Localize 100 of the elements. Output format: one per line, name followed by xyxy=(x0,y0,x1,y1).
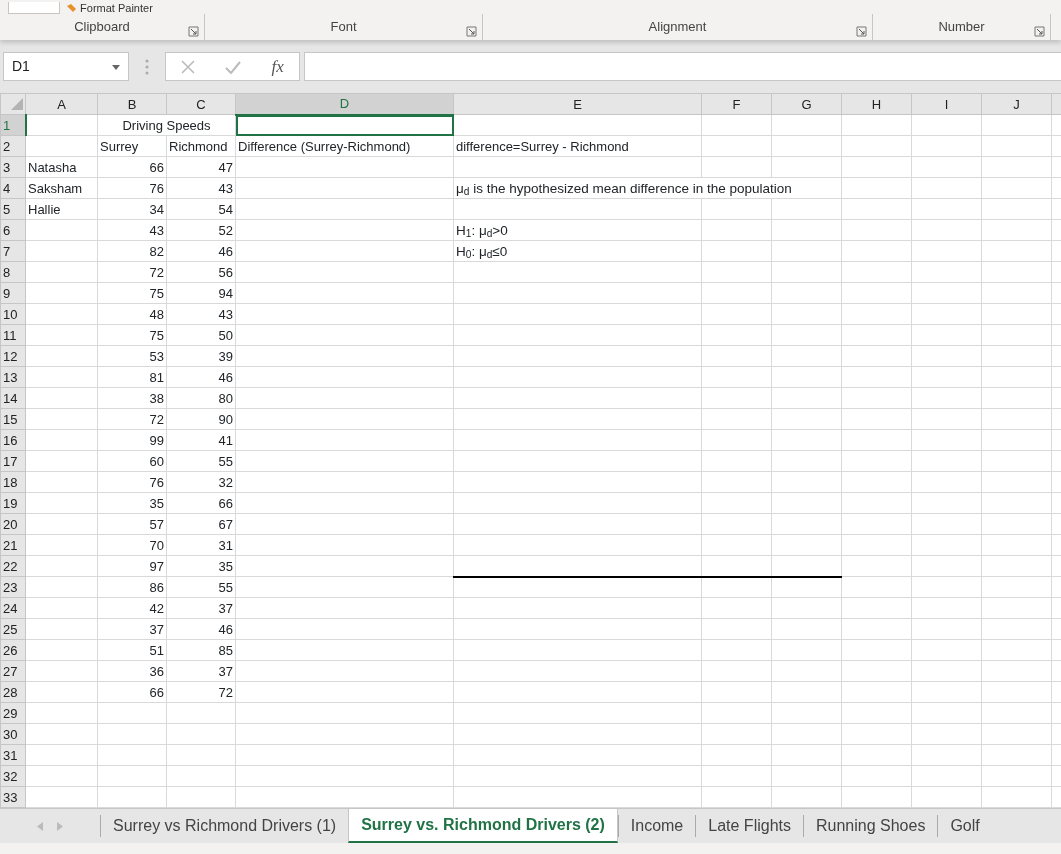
table-cell: 38 xyxy=(97,387,167,409)
table-cell: 94 xyxy=(166,282,236,304)
select-all-corner[interactable] xyxy=(0,93,26,115)
row-header[interactable]: 14 xyxy=(0,387,26,409)
table-cell: 75 xyxy=(97,282,167,304)
table-cell: 43 xyxy=(97,219,167,241)
row-header[interactable]: 8 xyxy=(0,261,26,283)
table-cell: 70 xyxy=(97,534,167,556)
column-header[interactable]: I xyxy=(911,93,982,115)
column-header[interactable]: J xyxy=(981,93,1052,115)
table-cell: 37 xyxy=(166,660,236,682)
column-header[interactable]: B xyxy=(97,93,167,115)
insert-function-button[interactable]: fx xyxy=(271,53,284,80)
row-header[interactable]: 33 xyxy=(0,786,26,808)
table-cell: 72 xyxy=(166,681,236,703)
column-header[interactable]: G xyxy=(771,93,842,115)
table-cell: 48 xyxy=(97,303,167,325)
selected-cell[interactable] xyxy=(235,114,454,136)
row-header[interactable]: 22 xyxy=(0,555,26,577)
group-label: Number xyxy=(938,18,985,37)
row-header[interactable]: 24 xyxy=(0,597,26,619)
table-cell: 34 xyxy=(97,198,167,220)
row-header[interactable]: 16 xyxy=(0,429,26,451)
table-cell: 66 xyxy=(166,492,236,514)
table-cell: 43 xyxy=(166,303,236,325)
row-header[interactable]: 28 xyxy=(0,681,26,703)
row-header[interactable]: 11 xyxy=(0,324,26,346)
row-header[interactable]: 31 xyxy=(0,744,26,766)
row-header[interactable]: 23 xyxy=(0,576,26,598)
row-header[interactable]: 26 xyxy=(0,639,26,661)
column-header[interactable]: A xyxy=(25,93,98,115)
row-header[interactable]: 30 xyxy=(0,723,26,745)
table-cell: 72 xyxy=(97,261,167,283)
table-cell: H$_{0}$: μ$_{d}$≤0 xyxy=(453,240,702,262)
column-header[interactable]: H xyxy=(841,93,912,115)
table-cell: 37 xyxy=(97,618,167,640)
table-cell: 37 xyxy=(166,597,236,619)
row-header[interactable]: 7 xyxy=(0,240,26,262)
row-header[interactable]: 13 xyxy=(0,366,26,388)
column-header[interactable]: D xyxy=(235,93,454,115)
table-cell: Difference (Surrey-Richmond) xyxy=(235,135,454,157)
row-header[interactable]: 3 xyxy=(0,156,26,178)
row-header[interactable]: 27 xyxy=(0,660,26,682)
table-cell: 51 xyxy=(97,639,167,661)
table-cell: 56 xyxy=(166,261,236,283)
row-header[interactable]: 2 xyxy=(0,135,26,157)
table-cell: 31 xyxy=(166,534,236,556)
table-cell: 32 xyxy=(166,471,236,493)
table-cell: 76 xyxy=(97,471,167,493)
table-cell: 43 xyxy=(166,177,236,199)
table-cell: 97 xyxy=(97,555,167,577)
row-header[interactable]: 17 xyxy=(0,450,26,472)
table-cell: 72 xyxy=(97,408,167,430)
row-header[interactable]: 21 xyxy=(0,534,26,556)
sheet-tab[interactable]: Income xyxy=(617,815,696,837)
row-header[interactable]: 19 xyxy=(0,492,26,514)
row-header[interactable]: 5 xyxy=(0,198,26,220)
table-cell: 60 xyxy=(97,450,167,472)
table-cell: 50 xyxy=(166,324,236,346)
sheet-tab[interactable]: Golf xyxy=(937,815,992,837)
table-cell: 35 xyxy=(166,555,236,577)
table-cell: H$_{1}$: μ$_{d}$>0 xyxy=(453,219,702,241)
sheet-tab[interactable]: Running Shoes xyxy=(803,815,938,837)
format-painter-button[interactable]: Format Painter xyxy=(66,1,153,14)
table-cell: Driving Speeds xyxy=(97,114,236,136)
table-cell: Saksham xyxy=(25,177,98,199)
table-cell: 46 xyxy=(166,366,236,388)
row-header[interactable]: 12 xyxy=(0,345,26,367)
row-header[interactable]: 25 xyxy=(0,618,26,640)
sheet-tab[interactable]: Surrey vs. Richmond Drivers (2) xyxy=(348,809,618,843)
table-cell: 81 xyxy=(97,366,167,388)
row-header[interactable]: 1 xyxy=(0,114,26,136)
sheet-tab[interactable]: Late Flights xyxy=(695,815,803,837)
row-header[interactable]: 15 xyxy=(0,408,26,430)
table-cell: 47 xyxy=(166,156,236,178)
table-cell: μ$_{d}$ is the hypothesized mean difference in the population xyxy=(453,177,842,199)
formula-input[interactable] xyxy=(304,52,1061,81)
row-header[interactable]: 10 xyxy=(0,303,26,325)
column-header[interactable]: E xyxy=(453,93,702,115)
column-header[interactable]: F xyxy=(701,93,772,115)
row-header[interactable]: 4 xyxy=(0,177,26,199)
table-cell: 99 xyxy=(97,429,167,451)
table-cell: 86 xyxy=(97,576,167,598)
table-cell: 46 xyxy=(166,240,236,262)
table-cell: 52 xyxy=(166,219,236,241)
name-box[interactable]: D1 xyxy=(3,52,129,81)
row-header[interactable]: 9 xyxy=(0,282,26,304)
row-header[interactable]: 32 xyxy=(0,765,26,787)
table-cell: Hallie xyxy=(25,198,98,220)
row-header[interactable]: 18 xyxy=(0,471,26,493)
group-label: Font xyxy=(330,18,357,37)
table-cell: 42 xyxy=(97,597,167,619)
table-cell: Surrey xyxy=(97,135,167,157)
table-cell: 75 xyxy=(97,324,167,346)
row-header[interactable]: 20 xyxy=(0,513,26,535)
table-cell: 35 xyxy=(97,492,167,514)
table-cell: 85 xyxy=(166,639,236,661)
row-header[interactable]: 6 xyxy=(0,219,26,241)
row-header[interactable]: 29 xyxy=(0,702,26,724)
column-header[interactable]: C xyxy=(166,93,236,115)
